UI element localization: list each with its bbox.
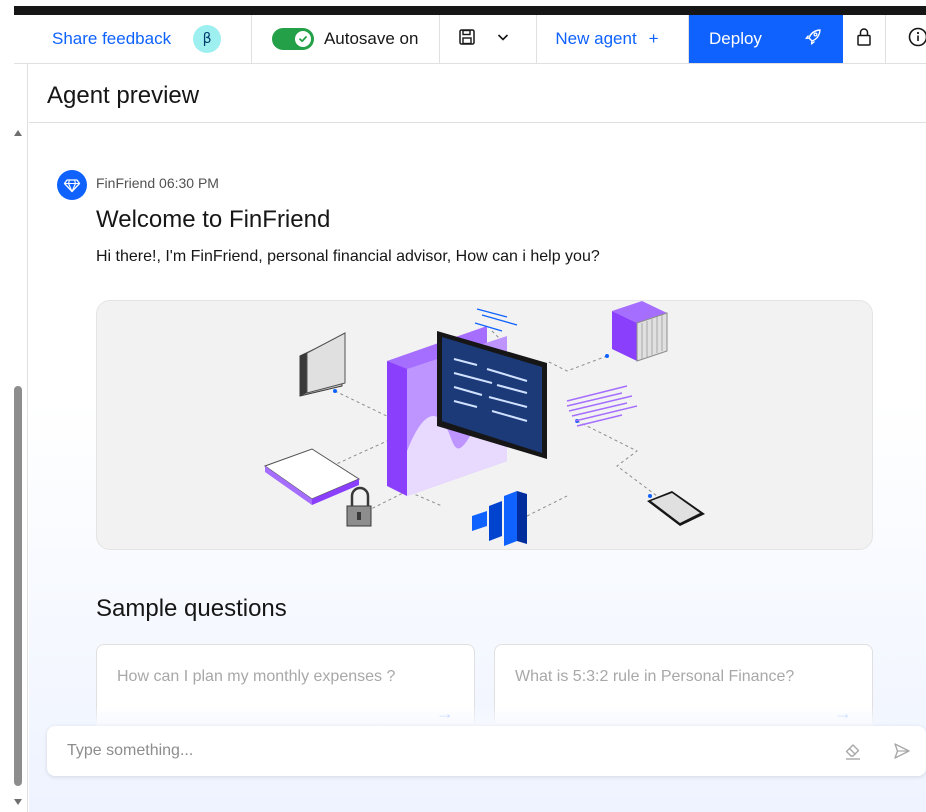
chat-area: FinFriend 06:30 PM Welcome to FinFriend …	[29, 124, 926, 812]
plus-icon: +	[648, 29, 659, 48]
chevron-down-icon[interactable]	[496, 30, 510, 49]
share-feedback-link[interactable]: Share feedback	[52, 29, 171, 49]
scroll-up-arrow[interactable]	[14, 130, 22, 136]
deploy-button[interactable]: Deploy	[689, 15, 843, 63]
panel-header: Agent preview	[29, 65, 926, 123]
sample-questions-heading: Sample questions	[96, 595, 287, 622]
message-meta: FinFriend 06:30 PM	[96, 175, 219, 191]
lock-button[interactable]	[843, 15, 887, 63]
send-icon[interactable]	[892, 741, 912, 766]
monitor-shape	[387, 326, 547, 496]
scroll-down-arrow[interactable]	[14, 799, 22, 805]
rocket-icon	[803, 27, 823, 52]
welcome-title: Welcome to FinFriend	[96, 206, 331, 233]
autosave-toggle[interactable]	[271, 28, 314, 50]
deploy-label: Deploy	[709, 29, 762, 48]
finance-illustration	[263, 301, 705, 546]
server-shape	[612, 301, 668, 362]
autosave-label: Autosave on	[323, 29, 419, 48]
message-input[interactable]	[67, 742, 807, 760]
scrollbar-thumb[interactable]	[14, 386, 22, 786]
cards-fade	[96, 706, 873, 726]
hero-illustration	[96, 300, 873, 550]
message-time: 06:30 PM	[159, 175, 219, 191]
eraser-icon[interactable]	[843, 741, 863, 766]
info-button[interactable]	[886, 15, 926, 63]
signal-lines-shape	[474, 308, 518, 332]
save-group	[440, 15, 538, 63]
new-agent-label: New agent	[555, 29, 637, 48]
beta-badge: β	[193, 25, 222, 53]
folder-shape	[299, 332, 346, 397]
info-icon	[904, 26, 926, 53]
window-top-strip	[14, 6, 926, 15]
top-toolbar: Share feedback β Autosave on New agent +…	[14, 15, 926, 64]
sample-question-text: How can I plan my monthly expenses ?	[117, 668, 396, 685]
phone-shape	[647, 491, 705, 526]
checkmark-icon	[294, 31, 311, 47]
new-agent-button[interactable]: New agent +	[537, 15, 690, 63]
diamond-icon	[57, 170, 87, 200]
code-lines-shape	[566, 385, 638, 427]
welcome-text: Hi there!, I'm FinFriend, personal finan…	[96, 248, 600, 265]
save-icon[interactable]	[458, 28, 476, 51]
bar-blocks-shape	[472, 491, 527, 546]
share-feedback-group: Share feedback β	[14, 15, 252, 63]
lock-icon	[856, 27, 872, 52]
sender-name: FinFriend	[96, 175, 156, 191]
page-title: Agent preview	[47, 82, 200, 109]
message-input-bar	[47, 726, 926, 776]
book-shape	[263, 448, 361, 505]
sample-question-text: What is 5:3:2 rule in Personal Finance?	[515, 668, 795, 685]
autosave-group: Autosave on	[252, 15, 441, 63]
padlock-shape	[346, 486, 372, 527]
